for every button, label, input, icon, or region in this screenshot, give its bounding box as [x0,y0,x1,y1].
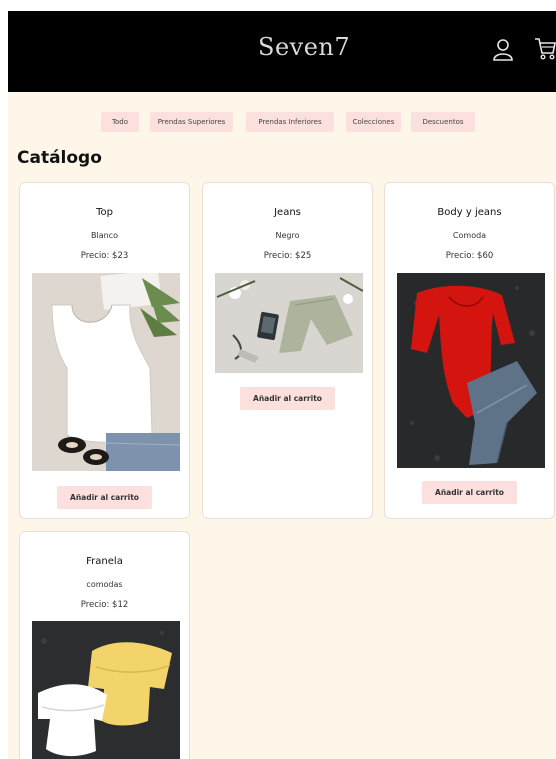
product-image-jeans[interactable] [215,273,363,373]
product-color: Comoda [452,231,487,240]
product-name: Jeans [274,207,301,218]
add-to-cart-button[interactable]: Añadir al carrito [57,486,152,509]
catalog-main: Todo Prendas Superiores Prendas Inferior… [8,92,556,759]
user-icon[interactable] [492,38,514,62]
product-image-franela[interactable] [32,621,180,759]
product-color: comodas [86,580,123,589]
product-image-top[interactable] [32,273,180,471]
filter-descuentos-button[interactable]: Descuentos [411,112,475,132]
product-color: Blanco [91,231,118,240]
filter-prendas-inferiores-button[interactable]: Prendas Inferiores [246,112,334,132]
filter-colecciones-button[interactable]: Colecciones [346,112,401,132]
filter-prendas-superiores-button[interactable]: Prendas Superiores [150,112,233,132]
product-price: Precio: $60 [445,251,494,261]
product-price: Precio: $23 [80,251,129,261]
product-color: Negro [275,231,300,240]
product-price: Precio: $12 [80,600,129,610]
product-card-franela: Franela comodas Precio: $12 [19,531,190,759]
top-strip [0,0,556,11]
product-price: Precio: $25 [263,251,312,261]
cart-icon[interactable] [534,36,556,62]
add-to-cart-button[interactable]: Añadir al carrito [422,481,517,504]
category-filters: Todo Prendas Superiores Prendas Inferior… [8,112,556,132]
product-card-top: Top Blanco Precio: $23 Añadir al carrito [19,182,190,519]
product-name: Top [96,207,113,218]
product-name: Body y jeans [437,207,502,218]
add-to-cart-button[interactable]: Añadir al carrito [240,387,335,410]
product-card-jeans: Jeans Negro Precio: $25 Añadir al carrit… [202,182,373,519]
product-image-body-y-jeans[interactable] [397,273,545,468]
product-name: Franela [86,556,123,567]
filter-todo-button[interactable]: Todo [101,112,139,132]
page-title: Catálogo [17,148,102,168]
site-header: Seven7 [8,11,556,92]
brand-logo[interactable]: Seven7 [258,33,350,61]
product-card-body-y-jeans: Body y jeans Comoda Precio: $60 Añadir a… [384,182,555,519]
